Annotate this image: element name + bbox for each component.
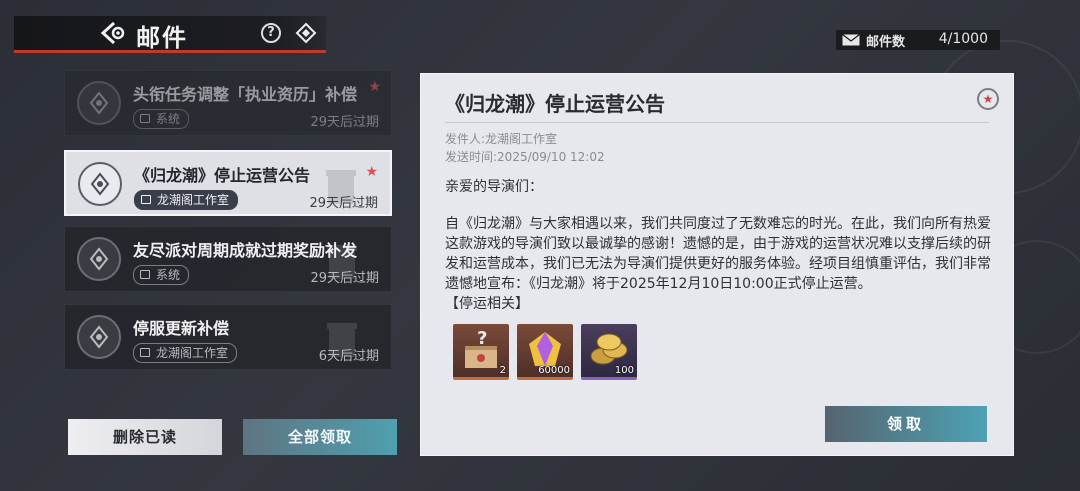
mail-sender-label: 系统 [156, 268, 181, 282]
envelope-icon [842, 34, 860, 46]
mail-detail-panel: 《归龙潮》停止运营公告 ★ 发件人:龙潮阁工作室 发送时间:2025/09/10… [420, 73, 1014, 456]
detail-greeting: 亲爱的导演们： [445, 179, 543, 195]
mail-expiry: 6天后过期 [318, 349, 379, 364]
star-badge-icon[interactable]: ★ [977, 88, 999, 110]
mail-header: 邮件 ? [14, 16, 326, 53]
delete-read-button[interactable]: 删除已读 [68, 419, 222, 455]
mail-expiry: 29天后过期 [309, 196, 378, 211]
claim-all-button[interactable]: 全部领取 [243, 419, 397, 455]
attachment-qty: 2 [499, 365, 506, 376]
page-title: 邮件 [136, 23, 188, 52]
attachment-qty: 60000 [538, 365, 570, 376]
detail-sender: 发件人:龙潮阁工作室 [445, 132, 558, 146]
mail-emblem-icon [90, 172, 110, 196]
star-icon: ★ [365, 164, 378, 180]
detail-title: 《归龙潮》停止运营公告 [445, 92, 665, 116]
mail-sender-label: 系统 [156, 112, 181, 126]
mail-list-item-selected[interactable]: 《归龙潮》停止运营公告 龙潮阁工作室 29天后过期 ★ [64, 150, 392, 216]
mail-avatar [77, 81, 121, 125]
back-icon[interactable] [98, 20, 128, 46]
attachment-item[interactable]: 60000 [517, 324, 573, 380]
sender-icon [140, 348, 150, 357]
star-icon: ★ [368, 79, 381, 95]
detail-note: 【停运相关】 [445, 296, 529, 312]
detail-send-time: 发送时间:2025/09/10 12:02 [445, 150, 605, 164]
mail-expiry: 29天后过期 [310, 271, 379, 286]
mail-avatar [77, 237, 121, 281]
attachment-item[interactable]: ? 2 [453, 324, 509, 380]
mail-emblem-icon [89, 247, 109, 271]
mail-avatar [77, 315, 121, 359]
mail-title: 头衔任务调整「执业资历」补偿 [133, 85, 358, 104]
help-icon[interactable]: ? [261, 23, 281, 43]
detail-body: 自《归龙潮》与大家相遇以来，我们共同度过了无数难忘的时光。在此，我们向所有热爱这… [445, 214, 993, 314]
attachment-qty: 100 [614, 365, 634, 376]
mail-title: 友尽派对周期成就过期奖励补发 [133, 241, 358, 260]
mail-emblem-icon [89, 325, 109, 349]
mail-sender-tag: 龙潮阁工作室 [134, 190, 239, 210]
mail-list-item[interactable]: 头衔任务调整「执业资历」补偿 系统 29天后过期 ★ [64, 70, 392, 136]
mail-expiry: 29天后过期 [310, 115, 379, 130]
mail-sender-tag: 龙潮阁工作室 [133, 343, 238, 363]
claim-button[interactable]: 领取 [825, 406, 987, 442]
sender-icon [140, 114, 150, 123]
mail-list-item[interactable]: 停服更新补偿 龙潮阁工作室 6天后过期 [64, 304, 392, 370]
mail-list-item[interactable]: 友尽派对周期成就过期奖励补发 系统 29天后过期 [64, 226, 392, 292]
mail-avatar [78, 162, 122, 206]
mail-count-value: 4/1000 [938, 31, 988, 47]
mail-sender-tag: 系统 [133, 265, 190, 285]
mail-sender-label: 龙潮阁工作室 [156, 346, 229, 360]
mail-count-label: 邮件数 [866, 35, 906, 50]
sender-icon [140, 270, 150, 279]
attachment-item[interactable]: 100 [581, 324, 637, 380]
svg-text:?: ? [477, 328, 487, 349]
mail-sender-label: 龙潮阁工作室 [157, 193, 230, 207]
sender-icon [141, 195, 151, 204]
attachment-list: ? 2 60000 100 [449, 316, 989, 386]
mail-sender-tag: 系统 [133, 109, 190, 129]
mail-count-panel: 邮件数 4/1000 [836, 30, 1000, 50]
mail-emblem-icon [89, 91, 109, 115]
mail-title: 停服更新补偿 [133, 319, 230, 338]
filter-icon[interactable] [295, 22, 317, 44]
mystery-box-icon: ? [465, 328, 497, 368]
mail-title: 《归龙潮》停止运营公告 [134, 166, 311, 185]
detail-body-text: 自《归龙潮》与大家相遇以来，我们共同度过了无数难忘的时光。在此，我们向所有热爱这… [445, 216, 991, 292]
divider [445, 122, 989, 123]
